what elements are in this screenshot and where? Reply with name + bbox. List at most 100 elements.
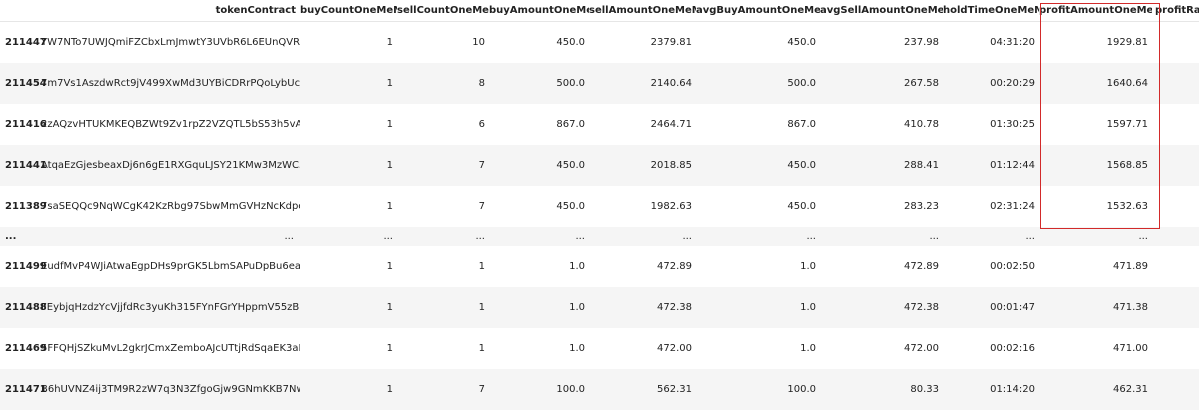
sell-amount-cell: 2379.81	[650, 37, 692, 48]
buy-count-cell: 1	[386, 37, 393, 48]
dataframe-table-container: tokenContract buyCountOneMeMe sellCountO…	[0, 0, 1199, 411]
header-profit-amount: profitAmountOneMeMe	[1039, 0, 1152, 22]
hold-time-cell: 01:12:44	[990, 160, 1035, 171]
profit-rate-cell	[1152, 369, 1199, 410]
avg-buy-amount-cell: 1.0	[800, 343, 816, 354]
profit-rate-cell	[1152, 145, 1199, 186]
token-contract-cell: EudfMvP4WJiAtwaEgpDHs9prGK5LbmSAPuDpBu6e…	[41, 261, 300, 272]
table-row: 211389 7saSEQQc9NqWCgK42KzRbg97SbwMmGVHz…	[0, 186, 1199, 227]
sell-count-cell: ...	[475, 231, 485, 242]
table-row: 211499 EudfMvP4WJiAtwaEgpDHs9prGK5LbmSAP…	[0, 246, 1199, 287]
avg-sell-amount-cell: 288.41	[904, 160, 939, 171]
buy-count-cell: 1	[386, 78, 393, 89]
sell-amount-cell: ...	[682, 231, 692, 242]
token-contract-cell: YW7NTo7UWJQmiFZCbxLmJmwtY3UVbR6L6EUnQVRf…	[41, 37, 300, 48]
token-contract-cell: 2zAQzvHTUKMKEQBZWt9Zv1rpZ2VZQTL5bS53h5vA…	[41, 119, 300, 130]
buy-count-cell: 1	[386, 119, 393, 130]
hold-time-cell: 04:31:20	[990, 37, 1035, 48]
avg-sell-amount-cell: 237.98	[904, 37, 939, 48]
avg-buy-amount-cell: 500.0	[787, 78, 816, 89]
header-avg-sell-amount: avgSellAmountOneMeMe	[820, 0, 943, 22]
header-sell-amount: sellAmountOneMeMe	[589, 0, 696, 22]
sell-count-cell: 7	[478, 201, 485, 212]
buy-count-cell: 1	[386, 160, 393, 171]
sell-count-cell: 6	[478, 119, 485, 130]
header-profit-rate: profitRate	[1152, 0, 1199, 22]
profit-rate-cell	[1152, 246, 1199, 287]
header-avg-buy-amount: avgBuyAmountOneMeMe	[696, 0, 820, 22]
row-index: ...	[5, 231, 17, 242]
row-index: 211469	[5, 343, 47, 354]
header-token-contract: tokenContract	[41, 0, 300, 22]
row-index: 211454	[5, 78, 47, 89]
avg-buy-amount-cell: 450.0	[787, 160, 816, 171]
buy-amount-cell: ...	[575, 231, 585, 242]
avg-sell-amount-cell: 80.33	[910, 384, 939, 395]
sell-count-cell: 10	[472, 37, 485, 48]
sell-amount-cell: 1982.63	[650, 201, 692, 212]
avg-sell-amount-cell: ...	[929, 231, 939, 242]
avg-buy-amount-cell: 1.0	[800, 302, 816, 313]
buy-amount-cell: 100.0	[556, 384, 585, 395]
header-row: tokenContract buyCountOneMeMe sellCountO…	[0, 0, 1199, 22]
token-contract-cell: 7saSEQQc9NqWCgK42KzRbg97SbwMmGVHzNcKdpeE…	[41, 201, 300, 212]
buy-amount-cell: 1.0	[569, 343, 585, 354]
profit-amount-cell: 1597.71	[1106, 119, 1148, 130]
profit-amount-cell: 471.89	[1113, 261, 1148, 272]
profit-amount-cell: 462.31	[1113, 384, 1148, 395]
profit-amount-cell: 471.38	[1113, 302, 1148, 313]
buy-amount-cell: 450.0	[556, 160, 585, 171]
hold-time-cell: 00:20:29	[990, 78, 1035, 89]
avg-sell-amount-cell: 410.78	[904, 119, 939, 130]
token-contract-cell: AtqaEzGjesbeaxDj6n6gE1RXGquLJSY21KMw3MzW…	[41, 160, 300, 171]
table-row: 211447 YW7NTo7UWJQmiFZCbxLmJmwtY3UVbR6L6…	[0, 21, 1199, 63]
profit-amount-cell: 1640.64	[1106, 78, 1148, 89]
buy-count-cell: 1	[386, 201, 393, 212]
sell-count-cell: 7	[478, 384, 485, 395]
buy-amount-cell: 500.0	[556, 78, 585, 89]
table-row: 211471 B6hUVNZ4ij3TM9R2zW7q3N3ZfgoGjw9GN…	[0, 369, 1199, 410]
profit-amount-cell: 1532.63	[1106, 201, 1148, 212]
table-row: 211488 FEybjqHzdzYcVjjfdRc3yuKh315FYnFGr…	[0, 287, 1199, 328]
ellipsis-row: ... ... ... ... ... ... ... ... ... ...	[0, 227, 1199, 246]
buy-count-cell: 1	[386, 261, 393, 272]
dataframe-table: tokenContract buyCountOneMeMe sellCountO…	[0, 0, 1199, 410]
sell-amount-cell: 472.00	[657, 343, 692, 354]
sell-count-cell: 1	[478, 302, 485, 313]
sell-count-cell: 8	[478, 78, 485, 89]
avg-sell-amount-cell: 283.23	[904, 201, 939, 212]
sell-amount-cell: 2018.85	[650, 160, 692, 171]
token-contract-cell: 5FFQHjSZkuMvL2gkrJCmxZemboAJcUTtjRdSqaEK…	[41, 343, 300, 354]
sell-amount-cell: 472.89	[657, 261, 692, 272]
profit-rate-cell	[1152, 328, 1199, 369]
avg-buy-amount-cell: 450.0	[787, 201, 816, 212]
sell-amount-cell: 562.31	[657, 384, 692, 395]
buy-count-cell: 1	[386, 343, 393, 354]
buy-count-cell: ...	[383, 231, 393, 242]
hold-time-cell: ...	[1025, 231, 1035, 242]
profit-rate-cell	[1152, 186, 1199, 227]
avg-sell-amount-cell: 472.00	[904, 343, 939, 354]
buy-count-cell: 1	[386, 384, 393, 395]
avg-buy-amount-cell: ...	[806, 231, 816, 242]
sell-count-cell: 7	[478, 160, 485, 171]
profit-amount-cell: ...	[1138, 231, 1148, 242]
profit-rate-cell	[1152, 227, 1199, 246]
buy-amount-cell: 1.0	[569, 261, 585, 272]
header-sell-count: sellCountOneMeMe	[397, 0, 489, 22]
buy-amount-cell: 1.0	[569, 302, 585, 313]
avg-buy-amount-cell: 450.0	[787, 37, 816, 48]
token-contract-cell: 7m7Vs1AszdwRct9jV499XwMd3UYBiCDRrPQoLybU…	[41, 78, 300, 89]
profit-rate-cell	[1152, 63, 1199, 104]
row-index: 211416	[5, 119, 47, 130]
profit-amount-cell: 1929.81	[1106, 37, 1148, 48]
hold-time-cell: 02:31:24	[990, 201, 1035, 212]
header-buy-amount: buyAmountOneMeMe	[489, 0, 589, 22]
avg-sell-amount-cell: 472.38	[904, 302, 939, 313]
avg-buy-amount-cell: 867.0	[787, 119, 816, 130]
row-index: 211499	[5, 261, 47, 272]
row-index: 211441	[5, 160, 47, 171]
buy-amount-cell: 867.0	[556, 119, 585, 130]
sell-amount-cell: 2140.64	[650, 78, 692, 89]
hold-time-cell: 00:01:47	[990, 302, 1035, 313]
